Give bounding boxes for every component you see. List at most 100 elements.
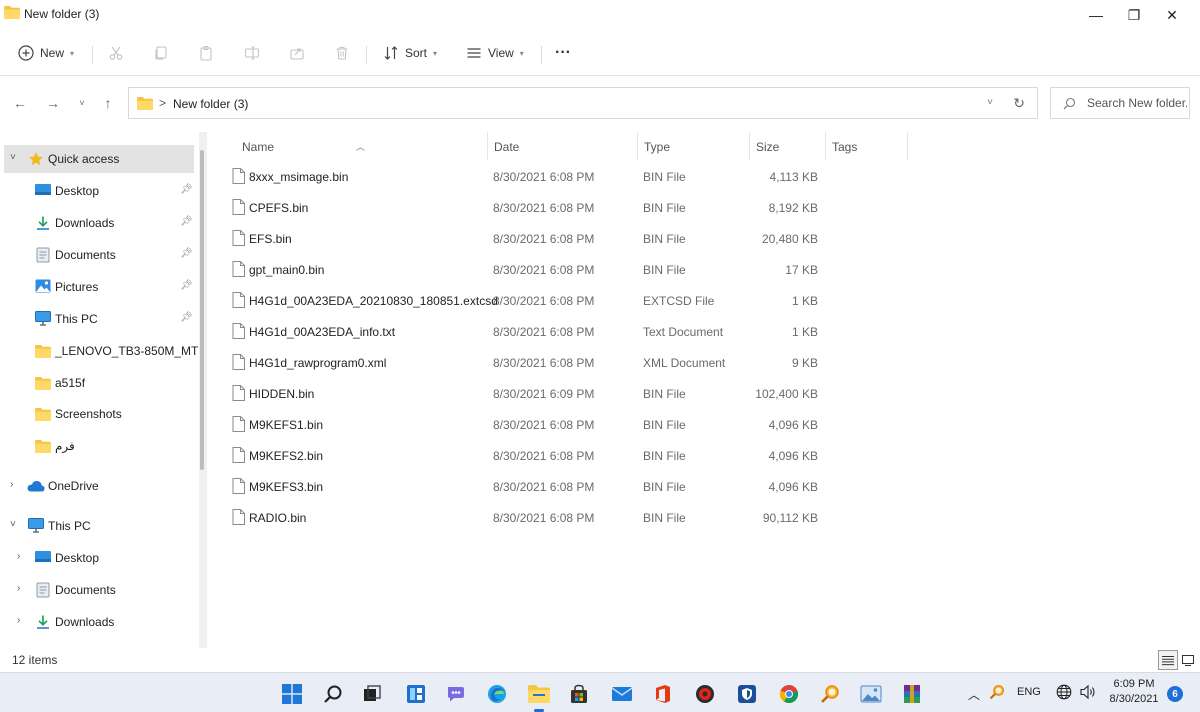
store-button[interactable] bbox=[566, 681, 592, 707]
recent-locations-button[interactable]: ˅ bbox=[72, 93, 92, 113]
taskbar-search-button[interactable] bbox=[320, 681, 346, 707]
breadcrumb[interactable]: New folder (3) bbox=[173, 97, 248, 111]
nav-item-pc-documents[interactable]: › Documents bbox=[4, 576, 194, 604]
edge-button[interactable] bbox=[484, 681, 510, 707]
table-row[interactable]: H4G1d_00A23EDA_info.txt 8/30/2021 6:08 PM… bbox=[222, 318, 842, 346]
nav-item-pc-desktop[interactable]: › Desktop bbox=[4, 544, 194, 572]
chevron-right-icon[interactable]: › bbox=[10, 479, 13, 490]
nav-item-documents[interactable]: Documents 📌︎ bbox=[4, 241, 194, 269]
cut-button[interactable] bbox=[108, 40, 124, 66]
table-row[interactable]: H4G1d_00A23EDA_20210830_180851.extcsd 8/3… bbox=[222, 287, 842, 315]
chevron-right-icon[interactable]: › bbox=[17, 583, 20, 594]
pin-icon[interactable]: 📌︎ bbox=[180, 312, 193, 323]
nav-item-this-pc-pinned[interactable]: This PC 📌︎ bbox=[4, 305, 194, 333]
chevron-down-icon[interactable]: ˅ bbox=[987, 97, 993, 108]
column-divider[interactable] bbox=[907, 132, 908, 160]
large-icons-view-button[interactable] bbox=[1178, 650, 1198, 670]
table-row[interactable]: EFS.bin 8/30/2021 6:08 PM BIN File 20,480 K… bbox=[222, 225, 842, 253]
nav-item-desktop[interactable]: Desktop 📌︎ bbox=[4, 177, 194, 205]
nav-item-onedrive[interactable]: › OneDrive bbox=[4, 472, 194, 500]
language-indicator[interactable]: ENG bbox=[1017, 686, 1041, 698]
copy-button[interactable] bbox=[153, 40, 169, 66]
mail-button[interactable] bbox=[609, 681, 635, 707]
shield-app-button[interactable] bbox=[734, 681, 760, 707]
search-box[interactable] bbox=[1050, 87, 1190, 119]
column-header-type[interactable]: Type bbox=[638, 132, 750, 160]
maximize-button[interactable]: ❐ bbox=[1114, 0, 1154, 30]
table-row[interactable]: CPEFS.bin 8/30/2021 6:08 PM BIN File 8,192 … bbox=[222, 194, 842, 222]
antivirus-button[interactable] bbox=[692, 681, 718, 707]
widgets-button[interactable] bbox=[403, 681, 429, 707]
rename-button[interactable] bbox=[244, 40, 260, 66]
nav-item-downloads[interactable]: Downloads 📌︎ bbox=[4, 209, 194, 237]
nav-item-this-pc[interactable]: ˅ This PC bbox=[4, 512, 194, 540]
paste-button[interactable] bbox=[198, 40, 214, 66]
start-button[interactable] bbox=[279, 681, 305, 707]
address-bar[interactable]: > New folder (3) ˅ ↻ bbox=[128, 87, 1038, 119]
clock[interactable]: 6:09 PM 8/30/2021 bbox=[1106, 677, 1162, 707]
show-hidden-icons-button[interactable]: ︿ bbox=[968, 686, 980, 703]
nav-item-a515f[interactable]: a515f bbox=[4, 369, 194, 397]
file-type: BIN File bbox=[643, 387, 686, 401]
table-row[interactable]: 8xxx_msimage.bin 8/30/2021 6:08 PM BIN Fil… bbox=[222, 163, 842, 191]
close-button[interactable]: ✕ bbox=[1152, 0, 1192, 30]
new-button[interactable]: New ▾ bbox=[18, 40, 74, 66]
file-list: Name ︿ Date Type Size Tags 8xxx_msimage.… bbox=[222, 132, 1200, 648]
share-button[interactable] bbox=[289, 40, 305, 66]
table-row[interactable]: H4G1d_rawprogram0.xml 8/30/2021 6:08 PM XM… bbox=[222, 349, 842, 377]
column-header-name[interactable]: Name ︿ bbox=[222, 132, 488, 160]
view-button[interactable]: View ▾ bbox=[466, 40, 524, 66]
column-header-size[interactable]: Size bbox=[750, 132, 826, 160]
search-input[interactable] bbox=[1087, 96, 1187, 110]
chevron-down-icon[interactable]: ˅ bbox=[10, 519, 16, 530]
table-row[interactable]: RADIO.bin 8/30/2021 6:08 PM BIN File 90,112… bbox=[222, 504, 842, 532]
up-button[interactable]: ↑ bbox=[98, 93, 118, 113]
nav-item-lenovo-folder[interactable]: _LENOVO_TB3-850M_MT673 bbox=[4, 337, 206, 365]
refresh-icon[interactable]: ↻ bbox=[1013, 95, 1025, 112]
pin-icon[interactable]: 📌︎ bbox=[180, 248, 193, 259]
pin-icon[interactable]: 📌︎ bbox=[180, 280, 193, 291]
back-button[interactable]: ← bbox=[10, 93, 30, 113]
winrar-button[interactable] bbox=[899, 681, 925, 707]
table-row[interactable]: gpt_main0.bin 8/30/2021 6:08 PM BIN File 17… bbox=[222, 256, 842, 284]
table-row[interactable]: M9KEFS1.bin 8/30/2021 6:08 PM BIN File 4,09… bbox=[222, 411, 842, 439]
search-tool-button[interactable] bbox=[817, 681, 843, 707]
search-tool-tray-icon[interactable] bbox=[989, 684, 1005, 700]
office-button[interactable] bbox=[650, 681, 676, 707]
trash-icon bbox=[336, 46, 348, 60]
chevron-right-icon[interactable]: › bbox=[17, 551, 20, 562]
table-row[interactable]: M9KEFS2.bin 8/30/2021 6:08 PM BIN File 4,09… bbox=[222, 442, 842, 470]
teams-chat-button[interactable] bbox=[443, 681, 469, 707]
chevron-right-icon[interactable]: › bbox=[17, 615, 20, 626]
nav-item-screenshots[interactable]: Screenshots bbox=[4, 400, 194, 428]
minimize-button[interactable]: — bbox=[1076, 0, 1116, 30]
sort-icon bbox=[384, 46, 398, 60]
office-icon bbox=[656, 685, 670, 703]
file-explorer-button[interactable] bbox=[526, 681, 552, 712]
table-row[interactable]: M9KEFS3.bin 8/30/2021 6:08 PM BIN File 4,09… bbox=[222, 473, 842, 501]
task-view-button[interactable] bbox=[359, 681, 385, 707]
nav-item-pc-downloads[interactable]: › Downloads bbox=[4, 608, 194, 636]
table-row[interactable]: HIDDEN.bin 8/30/2021 6:09 PM BIN File 102,4… bbox=[222, 380, 842, 408]
chrome-button[interactable] bbox=[776, 681, 802, 707]
pin-icon[interactable]: 📌︎ bbox=[180, 216, 193, 227]
network-icon[interactable] bbox=[1056, 684, 1072, 700]
details-view-button[interactable] bbox=[1158, 650, 1178, 670]
more-options-button[interactable]: ··· bbox=[555, 40, 571, 66]
title-bar[interactable]: New folder (3) — ❐ ✕ bbox=[0, 0, 1200, 30]
nav-item-label: OneDrive bbox=[48, 479, 99, 493]
nav-item-persian-folder[interactable]: فرم bbox=[4, 432, 194, 460]
photos-button[interactable] bbox=[858, 681, 884, 707]
column-header-date[interactable]: Date bbox=[488, 132, 638, 160]
forward-button[interactable]: → bbox=[43, 93, 63, 113]
notification-badge[interactable]: 6 bbox=[1167, 686, 1183, 702]
volume-icon[interactable] bbox=[1079, 684, 1097, 700]
column-header-tags[interactable]: Tags bbox=[826, 132, 908, 160]
pin-icon[interactable]: 📌︎ bbox=[180, 184, 193, 195]
nav-item-quick-access[interactable]: ˅ Quick access bbox=[4, 145, 194, 173]
chevron-down-icon[interactable]: ˅ bbox=[10, 152, 16, 163]
delete-button[interactable] bbox=[334, 40, 350, 66]
nav-scrollbar-thumb[interactable] bbox=[200, 150, 204, 470]
sort-button[interactable]: Sort ▾ bbox=[383, 40, 437, 66]
nav-item-pictures[interactable]: Pictures 📌︎ bbox=[4, 273, 194, 301]
